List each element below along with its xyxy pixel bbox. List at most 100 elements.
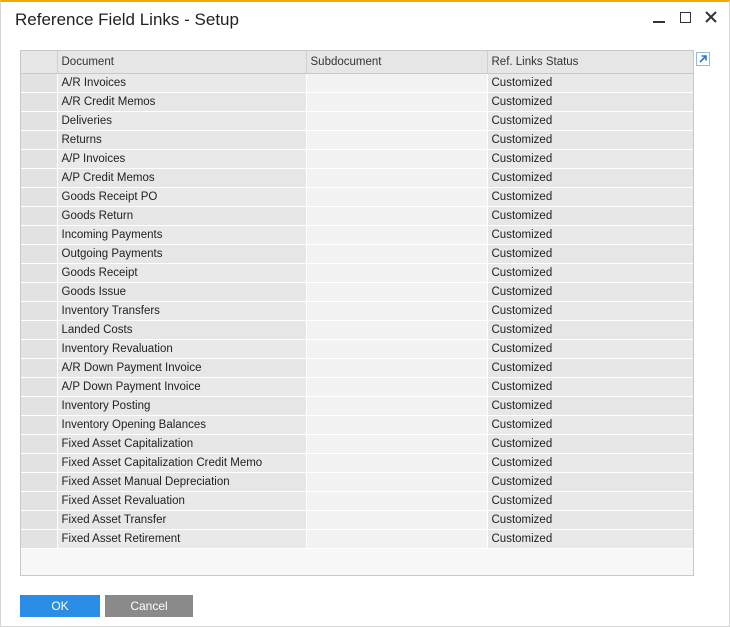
row-selector[interactable]	[21, 168, 58, 188]
table-row[interactable]: Returns Customized	[21, 130, 693, 150]
subdocument-cell[interactable]	[306, 168, 488, 188]
title-bar[interactable]: Reference Field Links - Setup	[1, 2, 729, 38]
document-cell[interactable]: Goods Receipt PO	[57, 187, 307, 207]
subdocument-cell[interactable]	[306, 358, 488, 378]
column-header-document[interactable]: Document	[57, 51, 307, 74]
document-cell[interactable]: Fixed Asset Revaluation	[57, 491, 307, 511]
table-row[interactable]: Inventory Transfers Customized	[21, 301, 693, 321]
row-selector[interactable]	[21, 320, 58, 340]
table-row[interactable]: Goods Receipt PO Customized	[21, 187, 693, 207]
row-selector[interactable]	[21, 92, 58, 112]
row-selector[interactable]	[21, 111, 58, 131]
column-header-ref-links-status[interactable]: Ref. Links Status	[487, 51, 693, 74]
table-row[interactable]: A/P Invoices Customized	[21, 149, 693, 169]
ref-links-status-cell[interactable]: Customized	[487, 187, 693, 207]
row-selector[interactable]	[21, 396, 58, 416]
document-cell[interactable]: Fixed Asset Capitalization Credit Memo	[57, 453, 307, 473]
ref-links-status-cell[interactable]: Customized	[487, 491, 693, 511]
subdocument-cell[interactable]	[306, 282, 488, 302]
row-selector[interactable]	[21, 339, 58, 359]
table-row[interactable]: Fixed Asset Retirement Customized	[21, 529, 693, 549]
ref-links-status-cell[interactable]: Customized	[487, 149, 693, 169]
table-row[interactable]: Fixed Asset Revaluation Customized	[21, 491, 693, 511]
document-cell[interactable]: Incoming Payments	[57, 225, 307, 245]
row-selector[interactable]	[21, 206, 58, 226]
document-cell[interactable]: A/R Credit Memos	[57, 92, 307, 112]
table-row[interactable]: Goods Receipt Customized	[21, 263, 693, 283]
subdocument-cell[interactable]	[306, 73, 488, 93]
row-selector[interactable]	[21, 510, 58, 530]
document-cell[interactable]: Landed Costs	[57, 320, 307, 340]
row-selector[interactable]	[21, 244, 58, 264]
row-selector[interactable]	[21, 130, 58, 150]
document-cell[interactable]: Inventory Opening Balances	[57, 415, 307, 435]
subdocument-cell[interactable]	[306, 453, 488, 473]
subdocument-cell[interactable]	[306, 206, 488, 226]
table-row[interactable]: Deliveries Customized	[21, 111, 693, 131]
ref-links-status-cell[interactable]: Customized	[487, 453, 693, 473]
subdocument-cell[interactable]	[306, 320, 488, 340]
document-cell[interactable]: Fixed Asset Manual Depreciation	[57, 472, 307, 492]
table-row[interactable]: Inventory Opening Balances Customized	[21, 415, 693, 435]
ref-links-status-cell[interactable]: Customized	[487, 263, 693, 283]
row-selector[interactable]	[21, 358, 58, 378]
ref-links-status-cell[interactable]: Customized	[487, 301, 693, 321]
ref-links-status-cell[interactable]: Customized	[487, 130, 693, 150]
row-selector[interactable]	[21, 282, 58, 302]
ref-links-status-cell[interactable]: Customized	[487, 244, 693, 264]
document-cell[interactable]: Fixed Asset Capitalization	[57, 434, 307, 454]
table-row[interactable]: Goods Return Customized	[21, 206, 693, 226]
document-cell[interactable]: Outgoing Payments	[57, 244, 307, 264]
subdocument-cell[interactable]	[306, 263, 488, 283]
subdocument-cell[interactable]	[306, 396, 488, 416]
document-cell[interactable]: A/R Down Payment Invoice	[57, 358, 307, 378]
table-row[interactable]: A/R Down Payment Invoice Customized	[21, 358, 693, 378]
document-cell[interactable]: A/P Down Payment Invoice	[57, 377, 307, 397]
ref-links-status-cell[interactable]: Customized	[487, 92, 693, 112]
document-cell[interactable]: Inventory Posting	[57, 396, 307, 416]
ref-links-status-cell[interactable]: Customized	[487, 415, 693, 435]
table-row[interactable]: Landed Costs Customized	[21, 320, 693, 340]
document-cell[interactable]: Goods Receipt	[57, 263, 307, 283]
subdocument-cell[interactable]	[306, 529, 488, 549]
subdocument-cell[interactable]	[306, 111, 488, 131]
table-row[interactable]: Fixed Asset Capitalization Credit Memo Cu…	[21, 453, 693, 473]
row-selector[interactable]	[21, 225, 58, 245]
ref-links-status-cell[interactable]: Customized	[487, 168, 693, 188]
row-selector[interactable]	[21, 453, 58, 473]
subdocument-cell[interactable]	[306, 472, 488, 492]
cancel-button[interactable]: Cancel	[105, 595, 193, 617]
minimize-icon[interactable]	[649, 6, 669, 28]
row-selector[interactable]	[21, 377, 58, 397]
table-row[interactable]: Fixed Asset Capitalization Customized	[21, 434, 693, 454]
subdocument-cell[interactable]	[306, 415, 488, 435]
table-row[interactable]: Fixed Asset Transfer Customized	[21, 510, 693, 530]
row-selector[interactable]	[21, 301, 58, 321]
subdocument-cell[interactable]	[306, 225, 488, 245]
table-row[interactable]: Fixed Asset Manual Depreciation Customize…	[21, 472, 693, 492]
document-cell[interactable]: Fixed Asset Retirement	[57, 529, 307, 549]
subdocument-cell[interactable]	[306, 491, 488, 511]
subdocument-cell[interactable]	[306, 244, 488, 264]
ref-links-status-cell[interactable]: Customized	[487, 358, 693, 378]
document-cell[interactable]: Inventory Revaluation	[57, 339, 307, 359]
row-selector[interactable]	[21, 472, 58, 492]
subdocument-cell[interactable]	[306, 377, 488, 397]
subdocument-cell[interactable]	[306, 149, 488, 169]
table-row[interactable]: Inventory Posting Customized	[21, 396, 693, 416]
document-cell[interactable]: Fixed Asset Transfer	[57, 510, 307, 530]
table-row[interactable]: A/P Down Payment Invoice Customized	[21, 377, 693, 397]
row-selector[interactable]	[21, 491, 58, 511]
close-icon[interactable]	[701, 6, 721, 28]
table-row[interactable]: A/R Credit Memos Customized	[21, 92, 693, 112]
subdocument-cell[interactable]	[306, 434, 488, 454]
row-selector[interactable]	[21, 187, 58, 207]
document-cell[interactable]: Returns	[57, 130, 307, 150]
table-row[interactable]: Goods Issue Customized	[21, 282, 693, 302]
table-row[interactable]: Outgoing Payments Customized	[21, 244, 693, 264]
table-row[interactable]: A/P Credit Memos Customized	[21, 168, 693, 188]
subdocument-cell[interactable]	[306, 339, 488, 359]
document-cell[interactable]: A/R Invoices	[57, 73, 307, 93]
table-row[interactable]: Inventory Revaluation Customized	[21, 339, 693, 359]
ref-links-status-cell[interactable]: Customized	[487, 472, 693, 492]
